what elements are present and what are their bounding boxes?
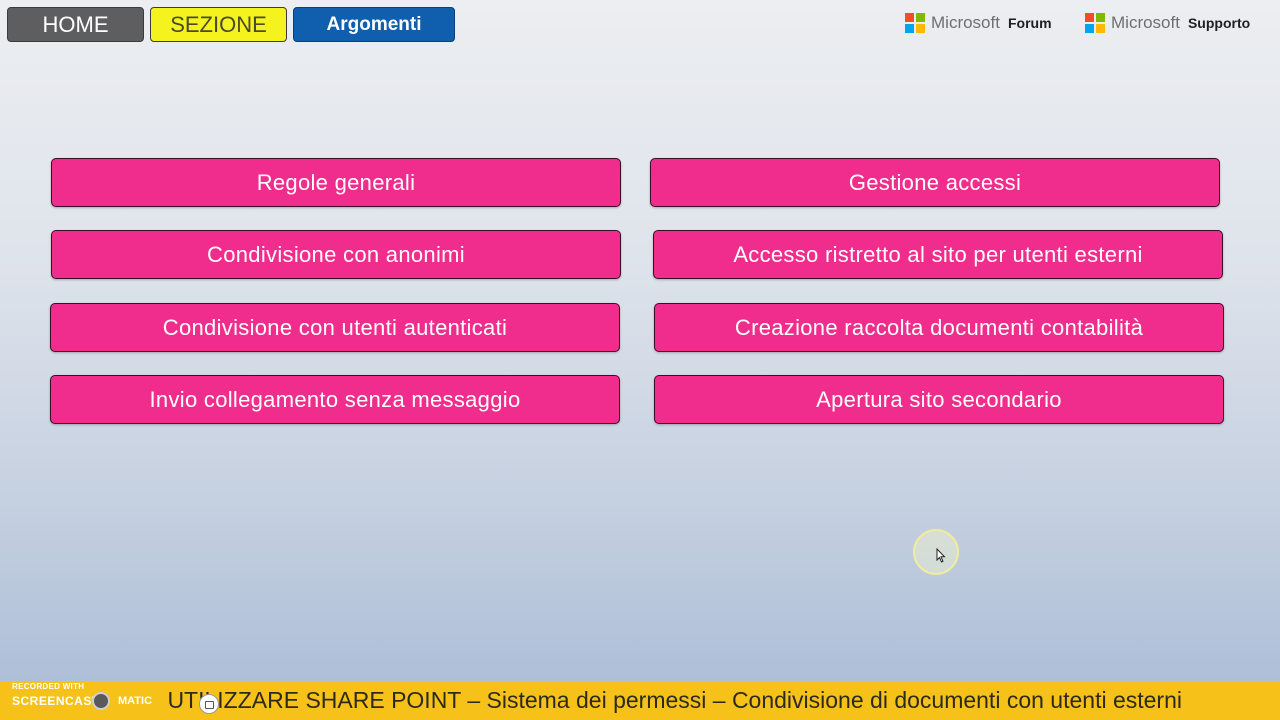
- topic-invio-collegamento-button[interactable]: Invio collegamento senza messaggio: [50, 375, 620, 424]
- footer-title: UTILIZZARE SHARE POINT – Sistema dei per…: [167, 687, 1182, 713]
- watermark-logo-icon: [92, 692, 110, 710]
- home-button[interactable]: HOME: [7, 7, 144, 42]
- watermark-screencast-text: SCREENCAST: [12, 694, 100, 708]
- camera-icon: [199, 694, 219, 714]
- topic-gestione-accessi-button[interactable]: Gestione accessi: [650, 158, 1220, 207]
- microsoft-logo-icon: [905, 13, 925, 33]
- microsoft-brand-text: Microsoft: [931, 13, 1000, 32]
- microsoft-support-link[interactable]: Microsoft Supporto: [1085, 12, 1250, 34]
- argomenti-button[interactable]: Argomenti: [293, 7, 455, 42]
- topic-regole-generali-button[interactable]: Regole generali: [51, 158, 621, 207]
- sezione-button[interactable]: SEZIONE: [150, 7, 287, 42]
- topic-apertura-sito-button[interactable]: Apertura sito secondario: [654, 375, 1224, 424]
- watermark-matic-text: MATIC: [118, 695, 153, 707]
- microsoft-brand-text: Microsoft: [1111, 13, 1180, 32]
- topic-creazione-raccolta-button[interactable]: Creazione raccolta documenti contabilità: [654, 303, 1224, 352]
- topic-accesso-ristretto-button[interactable]: Accesso ristretto al sito per utenti est…: [653, 230, 1223, 279]
- mouse-pointer-icon: [936, 548, 946, 563]
- microsoft-logo-icon: [1085, 13, 1105, 33]
- watermark-recorded-text: RECORDED WITH: [12, 682, 85, 691]
- topic-condivisione-autenticati-button[interactable]: Condivisione con utenti autenticati: [50, 303, 620, 352]
- microsoft-forum-link[interactable]: Microsoft Forum: [905, 12, 1052, 34]
- screencast-watermark: RECORDED WITH SCREENCAST MATIC: [6, 680, 219, 720]
- support-label: Supporto: [1187, 15, 1251, 31]
- topic-condivisione-anonimi-button[interactable]: Condivisione con anonimi: [51, 230, 621, 279]
- forum-label: Forum: [1007, 15, 1052, 31]
